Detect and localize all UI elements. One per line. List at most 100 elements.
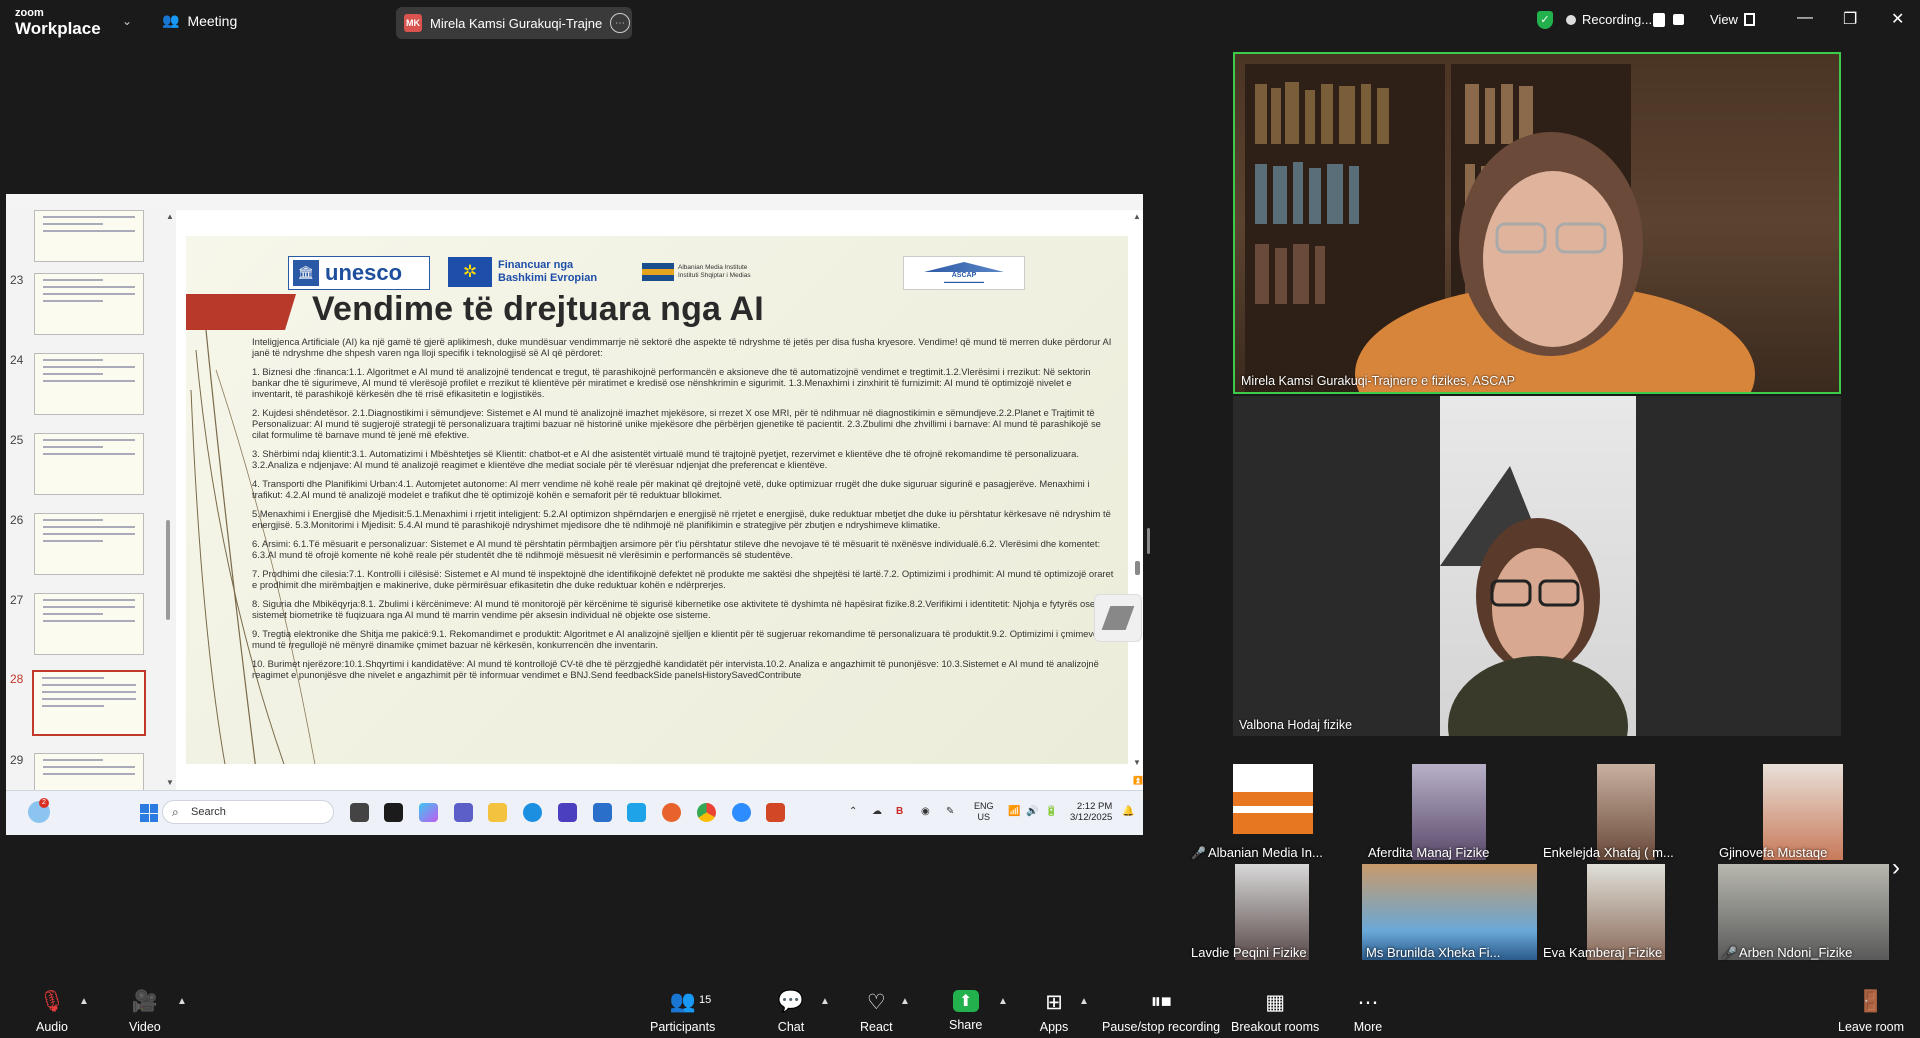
- chat-icon: 💬: [777, 990, 805, 1013]
- react-heart-icon: ♡: [866, 990, 886, 1014]
- file-explorer-icon[interactable]: [488, 803, 507, 822]
- pause-stop-recording-button[interactable]: ⏸⏹ Pause/stop recording: [1102, 990, 1220, 1034]
- slide-thumb[interactable]: [34, 273, 144, 335]
- editor-app-icon[interactable]: [558, 803, 577, 822]
- mic-muted-icon: 🎙: [38, 990, 66, 1013]
- video-feed: [1440, 396, 1636, 736]
- recording-label: Recording...: [1582, 12, 1653, 27]
- windows-start-icon[interactable]: [140, 804, 158, 822]
- scroll-thumb[interactable]: [1135, 561, 1140, 575]
- participant-tile[interactable]: 🎤 Albanian Media In...: [1185, 764, 1360, 862]
- panel-scroll-up-icon[interactable]: ▲: [166, 212, 174, 221]
- meeting-info-button[interactable]: 👥 Meeting: [162, 12, 237, 29]
- share-options-caret-icon[interactable]: ▲: [998, 996, 1008, 1007]
- scroll-down-icon[interactable]: ▼: [1133, 758, 1141, 767]
- app-menu-caret-icon[interactable]: ⌄: [122, 14, 132, 28]
- pause-recording-icon[interactable]: [1653, 13, 1665, 27]
- slide-thumb[interactable]: [34, 353, 144, 415]
- more-options-icon[interactable]: ⋯: [610, 13, 630, 33]
- participant-tile[interactable]: Enkelejda Xhafaj ( m...: [1539, 764, 1714, 862]
- panel-scroll-down-icon[interactable]: ▼: [166, 778, 174, 787]
- slide-point-4: 4. Transporti dhe Planifikimi Urban:4.1.…: [252, 478, 1090, 500]
- battery-icon[interactable]: 🔋: [1045, 806, 1057, 817]
- wifi-icon[interactable]: 📶: [1008, 806, 1020, 817]
- share-button[interactable]: ⬆ Share: [949, 990, 982, 1032]
- copilot-icon[interactable]: [419, 803, 438, 822]
- restore-icon[interactable]: ❐: [1843, 9, 1857, 29]
- panel-splitter-handle[interactable]: [1147, 528, 1150, 554]
- active-speaker-pill[interactable]: MK Mirela Kamsi Gurakuqi-Trajnere e ⋯: [396, 7, 632, 39]
- participant-tile[interactable]: Eva Kamberaj Fizike: [1539, 864, 1714, 962]
- view-button[interactable]: View: [1710, 12, 1738, 27]
- tray-pen-icon[interactable]: ✎: [946, 806, 954, 817]
- slide-thumb[interactable]: [34, 753, 144, 790]
- encryption-shield-icon[interactable]: ✓: [1537, 11, 1553, 29]
- ascap-mark-icon: [924, 262, 1004, 272]
- edge-icon[interactable]: [523, 803, 542, 822]
- participant-tile[interactable]: 🎤 Arben Ndoni_Fizike: [1716, 864, 1891, 962]
- firefox-icon[interactable]: [662, 803, 681, 822]
- slide-scrollbar[interactable]: ▲ ▼ ⏫: [1132, 210, 1143, 788]
- slide-thumb-active[interactable]: [32, 670, 146, 736]
- leave-room-button[interactable]: 🚪 Leave room: [1838, 990, 1904, 1034]
- more-button[interactable]: ⋯ More: [1353, 990, 1383, 1035]
- tray-expand-icon[interactable]: ⌃: [849, 806, 857, 817]
- teams-icon[interactable]: [454, 803, 473, 822]
- participant-tile[interactable]: Gjinovefa Mustaqe: [1716, 764, 1891, 862]
- speaker-name: Mirela Kamsi Gurakuqi-Trajnere e: [430, 15, 602, 31]
- tray-chrome-icon[interactable]: ◉: [921, 806, 930, 817]
- stop-recording-icon[interactable]: [1673, 14, 1684, 25]
- more-dots-icon: ⋯: [1357, 990, 1379, 1014]
- slide-thumb[interactable]: [34, 433, 144, 495]
- slide-body: Inteligjenca Artificiale (AI) ka një gam…: [252, 336, 1114, 688]
- audio-options-caret-icon[interactable]: ▲: [79, 996, 89, 1007]
- chrome-icon[interactable]: [697, 803, 716, 822]
- minimize-icon[interactable]: —: [1797, 9, 1813, 27]
- slide-thumb[interactable]: [34, 513, 144, 575]
- chat-button[interactable]: 💬 Chat: [776, 990, 806, 1034]
- store-icon[interactable]: [593, 803, 612, 822]
- slide-point-1: 1. Biznesi dhe :financa:1.1. Algoritmet …: [252, 366, 1091, 399]
- participant-tile[interactable]: Aferdita Manaj Fizike: [1362, 764, 1537, 862]
- breakout-rooms-button[interactable]: ▦ Breakout rooms: [1231, 990, 1319, 1035]
- app-icon[interactable]: [627, 803, 646, 822]
- taskbar-search[interactable]: ⌕ Search: [162, 800, 334, 824]
- scroll-up-icon[interactable]: ▲: [1133, 212, 1141, 221]
- view-layout-icon[interactable]: [1744, 13, 1755, 26]
- participants-count-badge: 15: [699, 994, 712, 1006]
- slide-thumb[interactable]: [34, 593, 144, 655]
- volume-icon[interactable]: 🔊: [1026, 806, 1038, 817]
- slide-thumb[interactable]: [34, 210, 144, 262]
- tray-app-icon[interactable]: B: [896, 806, 903, 817]
- chat-options-caret-icon[interactable]: ▲: [820, 996, 830, 1007]
- participant-tile[interactable]: Ms Brunilda Xheka Fi...: [1362, 864, 1537, 962]
- audio-button[interactable]: 🎙 Audio: [36, 990, 68, 1034]
- video-button[interactable]: 🎥 Video: [129, 990, 161, 1034]
- tray-cloud-icon[interactable]: ☁: [872, 806, 882, 817]
- react-options-caret-icon[interactable]: ▲: [900, 996, 910, 1007]
- language-indicator[interactable]: ENG US: [974, 801, 994, 823]
- speaker-video-tile[interactable]: Mirela Kamsi Gurakuqi-Trajnere e fizikes…: [1233, 52, 1841, 394]
- mic-muted-icon: 🎤: [1191, 846, 1206, 860]
- ascap-logo: ASCAP ▬▬▬▬▬▬▬▬▬▬: [903, 256, 1025, 290]
- react-button[interactable]: ♡ React: [860, 990, 893, 1035]
- slide-point-3: 3. Shërbimi ndaj klientit:3.1. Automatiz…: [252, 448, 1079, 470]
- zoom-taskbar-icon[interactable]: [732, 803, 751, 822]
- meeting-toolbar: 🎙 Audio ▲ 🎥 Video ▲ 👥 Participants 💬 Cha…: [0, 980, 1920, 1038]
- notifications-icon[interactable]: 🔔: [1122, 806, 1134, 817]
- video-options-caret-icon[interactable]: ▲: [177, 996, 187, 1007]
- close-icon[interactable]: ✕: [1891, 9, 1904, 29]
- prev-slide-icon[interactable]: ⏫: [1133, 776, 1143, 785]
- zoom-app-icon[interactable]: [384, 803, 403, 822]
- next-page-icon[interactable]: ›: [1892, 854, 1900, 882]
- panel-scrollbar[interactable]: [166, 520, 170, 620]
- apps-options-caret-icon[interactable]: ▲: [1079, 996, 1089, 1007]
- slide-point-10: 10. Burimet njerëzore:10.1.Shqyrtimi i k…: [252, 658, 1099, 680]
- task-view-icon[interactable]: [350, 803, 369, 822]
- speaker-silhouette: [1440, 466, 1628, 736]
- powerpoint-icon[interactable]: [766, 803, 785, 822]
- apps-button[interactable]: ⊞ Apps: [1039, 990, 1069, 1035]
- participant-tile[interactable]: Lavdie Peqini Fizike: [1185, 864, 1360, 962]
- taskbar-clock[interactable]: 2:12 PM 3/12/2025: [1070, 801, 1112, 823]
- participant-video-tile[interactable]: Valbona Hodaj fizike: [1233, 396, 1841, 736]
